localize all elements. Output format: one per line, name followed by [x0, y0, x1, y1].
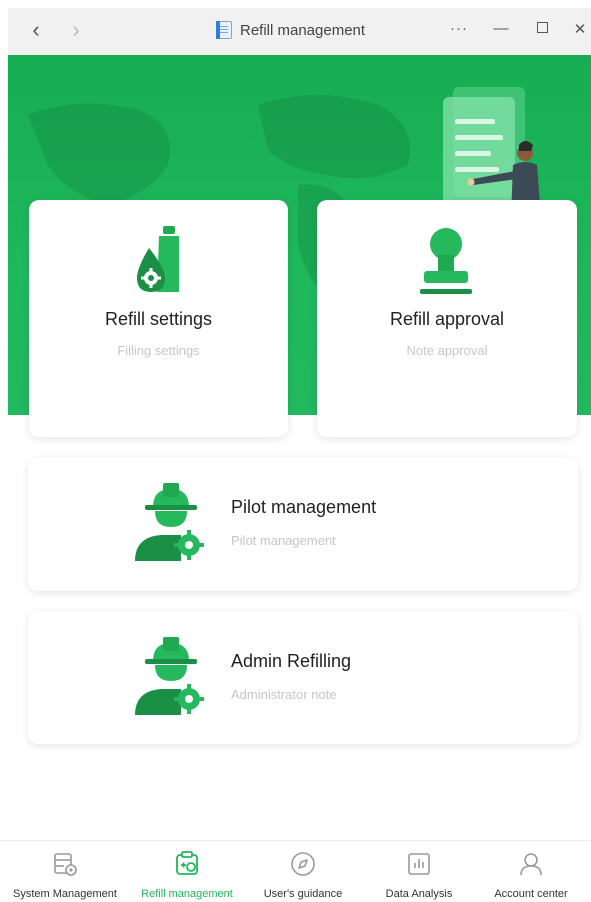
bottom-navigation: System Management Refill management User…: [0, 840, 591, 902]
minimize-button[interactable]: —: [490, 20, 512, 37]
admin-refilling-card[interactable]: Admin Refilling Administrator note: [28, 611, 578, 744]
back-button[interactable]: ‹: [26, 19, 46, 41]
compass-icon: [291, 852, 315, 876]
refill-approval-card[interactable]: Refill approval Note approval: [317, 200, 577, 437]
title-bar: ‹ › Refill management ··· — ✕: [8, 8, 591, 55]
maximize-button[interactable]: [531, 20, 553, 37]
refill-settings-title: Refill settings: [104, 309, 213, 329]
nav-users-guidance[interactable]: User's guidance: [248, 841, 358, 902]
refill-settings-card[interactable]: Refill settings Filling settings: [29, 200, 288, 437]
nav-label: User's guidance: [263, 888, 343, 900]
nav-system-management[interactable]: System Management: [0, 841, 130, 902]
pilot-management-card[interactable]: Pilot management Pilot management: [28, 457, 578, 591]
maximize-icon: [536, 22, 548, 33]
refill-approval-subtitle: Note approval: [406, 343, 488, 358]
nav-label: Refill management: [141, 888, 233, 900]
admin-refilling-title: Admin Refilling: [231, 651, 352, 671]
system-management-icon: [54, 853, 77, 876]
stamp-icon: [420, 228, 472, 294]
forward-button[interactable]: ›: [66, 19, 86, 41]
close-button[interactable]: ✕: [569, 20, 591, 38]
nav-label: Data Analysis: [385, 888, 453, 900]
document-icon: [216, 21, 232, 39]
refill-approval-title: Refill approval: [389, 309, 505, 329]
nav-account-center[interactable]: Account center: [475, 841, 587, 902]
admin-worker-icon: [135, 637, 204, 715]
admin-refilling-subtitle: Administrator note: [231, 687, 337, 702]
window-title: Refill management: [240, 21, 366, 39]
refill-management-icon: [176, 851, 198, 875]
pilot-management-subtitle: Pilot management: [231, 533, 336, 548]
refill-settings-subtitle: Filling settings: [117, 343, 200, 358]
pilot-worker-icon: [135, 483, 204, 561]
pilot-management-title: Pilot management: [231, 497, 377, 517]
nav-label: Account center: [494, 888, 568, 900]
bar-chart-icon: [408, 853, 430, 875]
window-title-group: Refill management: [216, 21, 365, 39]
user-icon: [520, 853, 542, 876]
nav-label: System Management: [13, 888, 117, 900]
nav-data-analysis[interactable]: Data Analysis: [364, 841, 474, 902]
oil-refill-icon: [137, 226, 179, 292]
more-button[interactable]: ···: [448, 20, 470, 37]
nav-refill-management[interactable]: Refill management: [128, 841, 246, 902]
